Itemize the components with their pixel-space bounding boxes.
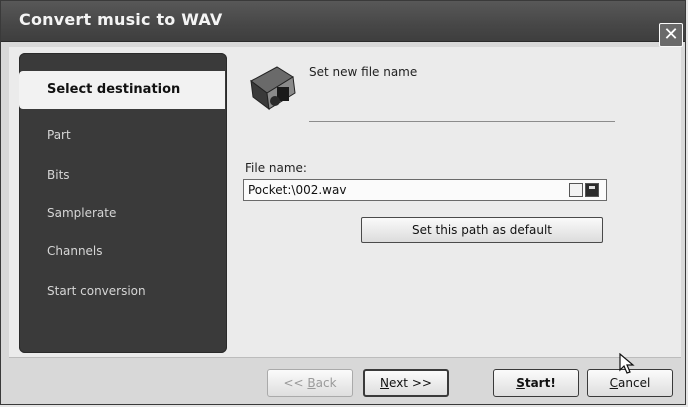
- header-divider: [309, 121, 615, 122]
- next-button-mnemonic: N: [380, 376, 390, 390]
- wizard-steps-sidebar: Select destination Part Bits Samplerate …: [19, 53, 227, 353]
- start-button-label: tart!: [524, 376, 556, 390]
- start-button-mnemonic: S: [516, 376, 525, 390]
- back-button-mnemonic: B: [307, 376, 316, 390]
- file-name-input[interactable]: [243, 179, 607, 201]
- file-name-label: File name:: [245, 161, 307, 175]
- step-subtitle: Set new file name: [309, 65, 418, 79]
- dialog-content: Select destination Part Bits Samplerate …: [9, 47, 681, 357]
- sidebar-item-start-conversion[interactable]: Start conversion: [19, 281, 227, 301]
- music-file-icon: [250, 66, 296, 111]
- set-default-path-button[interactable]: Set this path as default: [361, 217, 603, 243]
- floppy-disk-icon[interactable]: [585, 183, 599, 197]
- next-button[interactable]: Next >>: [363, 369, 449, 397]
- sidebar-item-samplerate[interactable]: Samplerate: [19, 203, 227, 223]
- back-button-prefix: <<: [283, 376, 308, 390]
- next-button-label: ext >>: [389, 376, 432, 390]
- convert-dialog: Convert music to WAV ✕ Select destinatio…: [0, 0, 686, 405]
- browse-icon[interactable]: [569, 183, 583, 197]
- cancel-button-mnemonic: C: [609, 376, 619, 390]
- cancel-button-label: ancel: [618, 376, 651, 390]
- title-bar[interactable]: Convert music to WAV ✕: [1, 1, 685, 47]
- footer-divider: [9, 357, 681, 358]
- window-title: Convert music to WAV: [19, 10, 223, 29]
- back-button-label: ack: [315, 376, 337, 390]
- close-button[interactable]: ✕: [659, 23, 683, 47]
- close-icon: ✕: [663, 24, 679, 45]
- sidebar-item-channels[interactable]: Channels: [19, 241, 227, 261]
- back-button[interactable]: << Back: [267, 369, 353, 397]
- mouse-pointer-icon: [619, 353, 635, 374]
- sidebar-item-bits[interactable]: Bits: [19, 165, 227, 185]
- sidebar-item-part[interactable]: Part: [19, 125, 227, 145]
- start-button[interactable]: Start!: [493, 369, 579, 397]
- sidebar-item-select-destination[interactable]: Select destination: [19, 71, 225, 109]
